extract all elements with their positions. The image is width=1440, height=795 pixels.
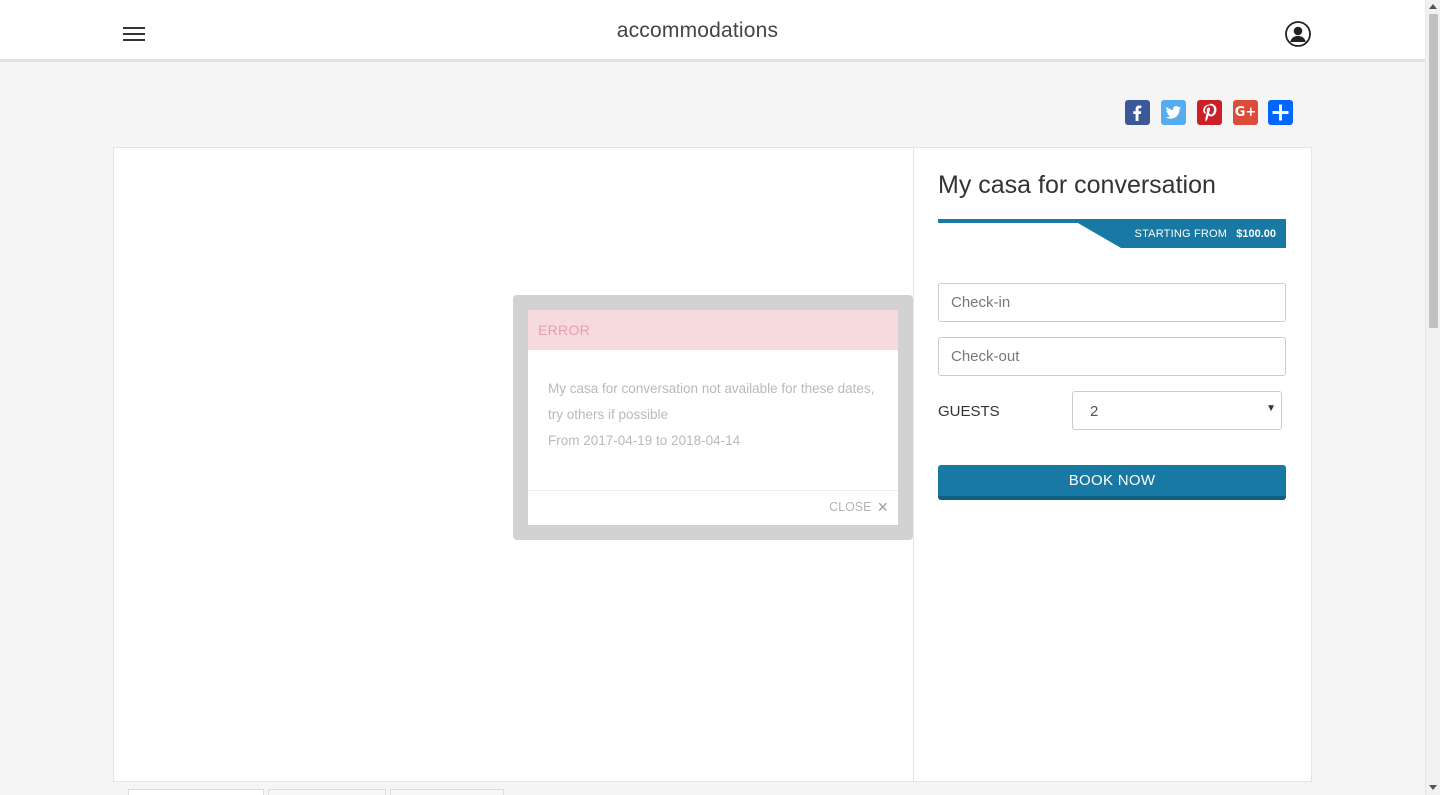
price-text: STARTING FROM $100.00 bbox=[1135, 228, 1276, 240]
modal-title: ERROR bbox=[538, 322, 591, 338]
scroll-thumb[interactable] bbox=[1429, 14, 1438, 328]
close-icon: × bbox=[877, 497, 888, 517]
modal-divider bbox=[528, 490, 898, 491]
share-plus-icon bbox=[1272, 104, 1289, 121]
dropdown-arrow-icon: ▼ bbox=[1266, 403, 1276, 414]
tab-1[interactable] bbox=[128, 789, 264, 795]
guests-label: GUESTS bbox=[938, 403, 1000, 420]
user-account-icon[interactable] bbox=[1285, 21, 1311, 47]
scroll-up-arrow-icon[interactable] bbox=[1429, 4, 1437, 9]
guests-value: 2 bbox=[1090, 403, 1099, 420]
scroll-down-arrow-icon[interactable] bbox=[1429, 785, 1437, 790]
facebook-share-button[interactable] bbox=[1125, 100, 1150, 125]
listing-title: My casa for conversation bbox=[938, 171, 1216, 199]
modal-close-label: CLOSE bbox=[829, 500, 872, 514]
checkin-input[interactable] bbox=[938, 283, 1286, 322]
price-value: $100.00 bbox=[1236, 228, 1276, 240]
modal-message: My casa for conversation not available f… bbox=[548, 376, 878, 454]
modal-date-range: From 2017-04-19 to 2018-04-14 bbox=[548, 433, 741, 448]
twitter-share-button[interactable] bbox=[1161, 100, 1186, 125]
error-modal: ERROR My casa for conversation not avail… bbox=[528, 310, 898, 525]
google-plus-icon: G+ bbox=[1234, 105, 1257, 120]
price-label: STARTING FROM bbox=[1134, 228, 1228, 240]
tab-3[interactable] bbox=[390, 789, 504, 795]
modal-header: ERROR bbox=[528, 310, 898, 350]
facebook-icon bbox=[1133, 105, 1142, 121]
modal-close-button[interactable]: CLOSE × bbox=[829, 497, 888, 517]
tab-2[interactable] bbox=[268, 789, 386, 795]
more-share-button[interactable] bbox=[1268, 100, 1293, 125]
pinterest-share-button[interactable] bbox=[1197, 100, 1222, 125]
google-plus-share-button[interactable]: G+ bbox=[1233, 100, 1258, 125]
price-ribbon: STARTING FROM $100.00 bbox=[938, 219, 1286, 248]
page-scrollbar[interactable] bbox=[1425, 0, 1440, 795]
guests-select[interactable]: 2 ▼ bbox=[1072, 391, 1282, 430]
modal-message-text: My casa for conversation not available f… bbox=[548, 381, 875, 422]
site-title[interactable]: accommodations bbox=[0, 19, 1395, 43]
book-now-button[interactable]: BOOK NOW bbox=[938, 465, 1286, 500]
checkout-input[interactable] bbox=[938, 337, 1286, 376]
twitter-icon bbox=[1165, 106, 1181, 119]
pinterest-icon bbox=[1203, 103, 1217, 122]
top-header: accommodations bbox=[0, 0, 1425, 62]
